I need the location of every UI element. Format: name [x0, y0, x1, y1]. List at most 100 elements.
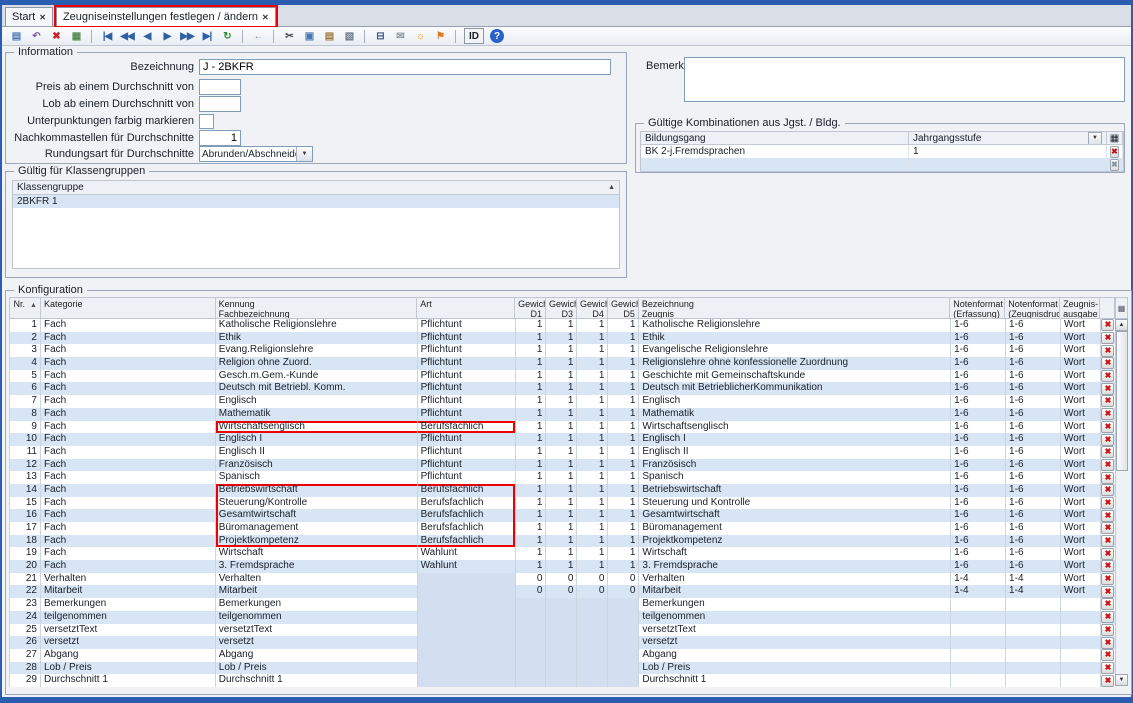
cell-ken[interactable]: Durchschnitt 1 — [216, 674, 418, 687]
nachkommastellen-input[interactable] — [199, 130, 241, 146]
konfiguration-row[interactable]: 2FachEthikPflichtunt1111Ethik1-61-6Wort✖ — [10, 332, 1115, 345]
konfiguration-row[interactable]: 17FachBüromanagementBerufsfachlich1111Bü… — [10, 522, 1115, 535]
cell-d4[interactable]: 1 — [577, 319, 608, 332]
cell-kat[interactable]: Mitarbeit — [41, 585, 216, 598]
cell-art[interactable] — [418, 611, 516, 624]
column-header-bildungsgang[interactable]: Bildungsgang — [641, 132, 909, 145]
cell-nf1[interactable]: 1-6 — [951, 484, 1006, 497]
cell-kat[interactable]: Fach — [41, 459, 216, 472]
cell-ken[interactable]: Englisch II — [216, 446, 418, 459]
cell-ken[interactable]: 3. Fremdsprache — [216, 560, 418, 573]
cell-nf2[interactable]: 1-6 — [1006, 332, 1061, 345]
cell-ken[interactable]: teilgenommen — [216, 611, 418, 624]
cell-kat[interactable]: Fach — [41, 395, 216, 408]
cell-nf1[interactable]: 1-6 — [951, 408, 1006, 421]
cell-d1[interactable]: 1 — [516, 484, 547, 497]
cell-art[interactable]: Pflichtunt — [418, 319, 516, 332]
cell-d5[interactable]: 1 — [608, 408, 639, 421]
cell-bez[interactable]: Religionslehre ohne konfessionelle Zuord… — [639, 357, 951, 370]
cell-d5[interactable]: 1 — [608, 357, 639, 370]
delete-row-button[interactable]: ✖ — [1101, 383, 1114, 395]
cell-bez[interactable]: Mathematik — [639, 408, 951, 421]
column-header-art[interactable]: Art — [417, 298, 515, 318]
cell-nf1[interactable]: 1-4 — [951, 573, 1006, 586]
cell-d4[interactable]: 1 — [577, 484, 608, 497]
delete-row-button[interactable]: ✖ — [1110, 146, 1119, 158]
cell-bez[interactable]: Lob / Preis — [639, 662, 951, 675]
column-header-kat[interactable]: Kategorie — [41, 298, 216, 318]
cell-d4[interactable]: 1 — [577, 459, 608, 472]
nav-prev-fast-icon[interactable]: ◀◀ — [118, 28, 136, 44]
cell-ausg[interactable]: Wort — [1061, 421, 1101, 434]
delete-row-button[interactable]: ✖ — [1101, 446, 1114, 458]
column-header-nf2[interactable]: Notenformat(Zeugnisdruck) — [1005, 298, 1060, 318]
cell-d4[interactable]: 1 — [577, 535, 608, 548]
cell-kat[interactable]: Fach — [41, 509, 216, 522]
cell-bez[interactable]: Büromanagement — [639, 522, 951, 535]
cell-bez[interactable]: versetzt — [639, 636, 951, 649]
konfiguration-row[interactable]: 4FachReligion ohne Zuord.Pflichtunt1111R… — [10, 357, 1115, 370]
konfiguration-row[interactable]: 23BemerkungenBemerkungenBemerkungen✖ — [10, 598, 1115, 611]
cell-ausg[interactable] — [1061, 611, 1101, 624]
cell-ken[interactable]: Verhalten — [216, 573, 418, 586]
scroll-up-icon[interactable]: ▲ — [1115, 319, 1128, 331]
cell-art[interactable]: Pflichtunt — [418, 370, 516, 383]
cell-bez[interactable]: 3. Fremdsprache — [639, 560, 951, 573]
cell-d4[interactable] — [577, 674, 608, 687]
cell-art[interactable]: Berufsfachlich — [418, 497, 516, 510]
cell-d1[interactable]: 1 — [516, 395, 547, 408]
cell-bez[interactable]: Englisch II — [639, 446, 951, 459]
delete-row-button[interactable]: ✖ — [1101, 395, 1114, 407]
cell-kat[interactable]: Fach — [41, 471, 216, 484]
cell-ausg[interactable] — [1061, 636, 1101, 649]
cell-nf1[interactable]: 1-6 — [951, 433, 1006, 446]
delete-row-button[interactable]: ✖ — [1110, 159, 1119, 171]
bemerkung-textarea[interactable] — [684, 57, 1125, 102]
cell-nf2[interactable]: 1-6 — [1006, 357, 1061, 370]
cell-bez[interactable]: Evangelische Religionslehre — [639, 344, 951, 357]
scrollbar-track[interactable] — [1115, 331, 1128, 674]
cell-nf1[interactable] — [951, 598, 1006, 611]
cell-d1[interactable]: 1 — [516, 509, 547, 522]
konfiguration-row[interactable]: 8FachMathematikPflichtunt1111Mathematik1… — [10, 408, 1115, 421]
cell-nf1[interactable]: 1-6 — [951, 547, 1006, 560]
cell-d4[interactable]: 0 — [577, 573, 608, 586]
cell-ausg[interactable]: Wort — [1061, 535, 1101, 548]
cell-art[interactable] — [418, 598, 516, 611]
cell-d5[interactable] — [608, 674, 639, 687]
cell-d1[interactable]: 1 — [516, 446, 547, 459]
cut-icon[interactable]: ✂ — [280, 28, 298, 44]
help-icon[interactable]: ? — [490, 29, 504, 43]
column-header-klassengruppe[interactable]: Klassengruppe ▲ — [13, 181, 619, 195]
cell-bez[interactable]: Geschichte mit Gemeinschaftskunde — [639, 370, 951, 383]
cell-d3[interactable]: 1 — [546, 446, 577, 459]
cell-d3[interactable]: 0 — [546, 573, 577, 586]
cell-nf2[interactable]: 1-6 — [1006, 319, 1061, 332]
cell-d1[interactable]: 1 — [516, 408, 547, 421]
cell-nf2[interactable]: 1-6 — [1006, 560, 1061, 573]
cell-d4[interactable] — [577, 611, 608, 624]
cell-bez[interactable]: Spanisch — [639, 471, 951, 484]
cell-d5[interactable]: 0 — [608, 573, 639, 586]
cell-art[interactable]: Pflichtunt — [418, 357, 516, 370]
nav-next-icon[interactable]: ▶ — [158, 28, 176, 44]
konfiguration-row[interactable]: 16FachGesamtwirtschaftBerufsfachlich1111… — [10, 509, 1115, 522]
cell-art[interactable]: Wahlunt — [418, 560, 516, 573]
konfiguration-row[interactable]: 26versetztversetztversetzt✖ — [10, 636, 1115, 649]
cell-d5[interactable] — [608, 649, 639, 662]
cell-nf1[interactable]: 1-6 — [951, 459, 1006, 472]
cell-bez[interactable]: versetztText — [639, 624, 951, 637]
cell-d3[interactable]: 1 — [546, 547, 577, 560]
column-header-jahrgangsstufe[interactable]: Jahrgangsstufe ▼ — [909, 132, 1107, 145]
delete-row-button[interactable]: ✖ — [1101, 535, 1114, 547]
cell-d4[interactable]: 1 — [577, 421, 608, 434]
tab-zeugniseinstellungen[interactable]: Zeugniseinstellungen festlegen / ändern … — [56, 7, 276, 26]
cell-art[interactable]: Berufsfachlich — [418, 522, 516, 535]
konfiguration-row[interactable]: 27AbgangAbgangAbgang✖ — [10, 649, 1115, 662]
konfiguration-row[interactable]: 11FachEnglisch IIPflichtunt1111Englisch … — [10, 446, 1115, 459]
cell-nf1[interactable]: 1-6 — [951, 319, 1006, 332]
cell-d5[interactable]: 1 — [608, 535, 639, 548]
cell-ken[interactable]: Französisch — [216, 459, 418, 472]
delete-row-button[interactable]: ✖ — [1101, 662, 1114, 674]
cell-ausg[interactable]: Wort — [1061, 395, 1101, 408]
